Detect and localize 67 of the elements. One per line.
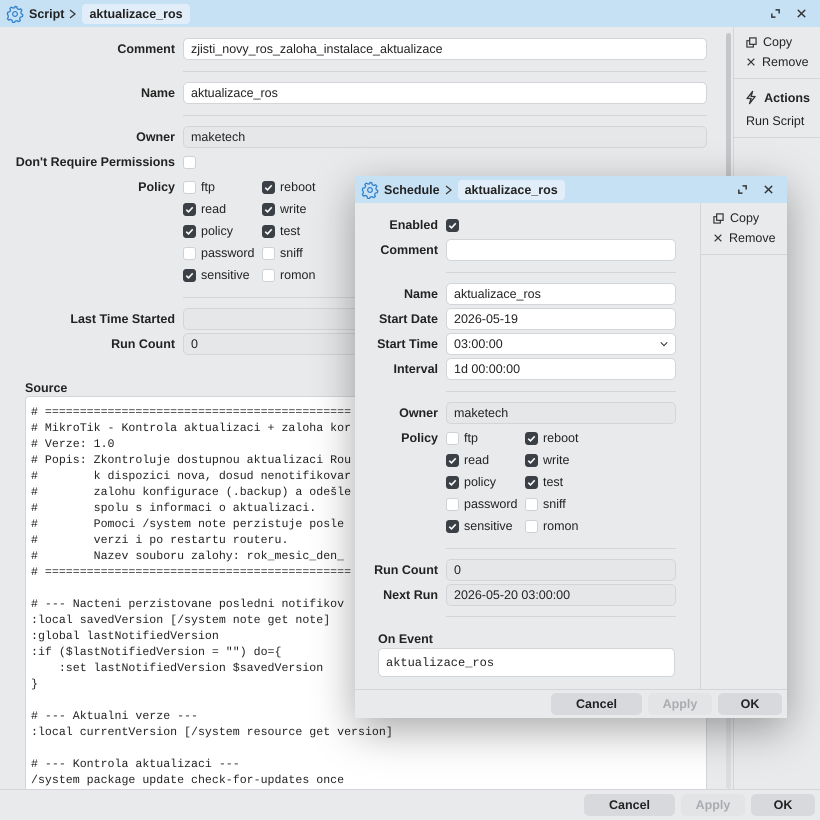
field-label: On Event [378, 632, 433, 646]
checkbox-label: policy [464, 475, 496, 489]
field-label: Owner [135, 130, 175, 144]
code-line: # spolu s informaci o aktualizaci. [31, 501, 316, 517]
code-line: :if ($lastNotifiedVersion = "") do={ [31, 645, 282, 661]
field-label: Comment [379, 243, 438, 257]
code-line: # zalohu konfigurace (.backup) a odešle [31, 485, 352, 501]
checkbox-label: reboot [543, 431, 578, 445]
field-label: Name [402, 287, 438, 301]
code-line: # Popis: Zkontroluje dostupnou aktualizaci Rou [31, 453, 352, 469]
section-heading: Actions [764, 90, 810, 104]
code-line: :global lastNotifiedVersion [31, 629, 219, 645]
field-label: Last Time Started [69, 312, 175, 326]
window-title: Script [29, 6, 64, 20]
code-line: /system package update check-for-updates once [31, 773, 344, 789]
checkbox-label: ftp [201, 180, 215, 194]
readonly-field: 2026-05-20 03:00:00 [446, 584, 676, 606]
readonly-field: maketech [446, 402, 676, 424]
checkbox-label: romon [543, 519, 578, 533]
checkbox-label: read [464, 453, 490, 467]
checkbox-label: test [280, 224, 300, 238]
field-label: Run Count [110, 337, 175, 351]
checkbox-label: write [543, 453, 570, 467]
code-line: :local currentVersion [/system resource get version] [31, 725, 393, 741]
field-label: Next Run [382, 588, 438, 602]
code-line: # --- Kontrola aktualizaci --- [31, 757, 240, 773]
code-line: # Verze: 1.0 [31, 437, 114, 453]
field-label: Start Time [376, 337, 438, 351]
field-label: Enabled [388, 218, 438, 232]
code-line: # Nazev souboru zalohy: rok_mesic_den_ [31, 549, 344, 565]
checkbox-label: sniff [543, 497, 566, 511]
checkbox-label: policy [201, 224, 233, 238]
field-label: Start Date [378, 312, 438, 326]
checkbox-label: password [464, 497, 518, 511]
checkbox-label: password [201, 246, 254, 260]
field-label: Owner [398, 406, 438, 420]
checkbox-label: ftp [464, 431, 478, 445]
checkbox-label: sensitive [201, 268, 250, 282]
field-label: Run Count [373, 563, 438, 577]
code-line: # verzi i po restartu routeru. [31, 533, 288, 549]
field-label: Source [25, 381, 68, 395]
checkbox-label: reboot [280, 180, 316, 194]
checkbox-label: sensitive [464, 519, 513, 533]
field-label: Interval [392, 362, 438, 376]
code-line: # MikroTik - Kontrola aktualizaci + zaloha kor [31, 421, 352, 437]
readonly-field: maketech [183, 126, 707, 148]
window-title: Schedule [384, 182, 440, 196]
code-line: # k dispozici nova, dosud nenotifikovar [31, 469, 352, 485]
readonly-field: 0 [446, 559, 676, 581]
code-line: # --- Nacteni perzistovane posledni notifikov [31, 597, 344, 613]
checkbox-label: romon [280, 268, 316, 282]
code-line: # Pomoci /system note perzistuje posle [31, 517, 344, 533]
code-line: :set lastNotifiedVersion $savedVersion [58, 661, 324, 677]
code-line: :local savedVersion [/system note get note] [31, 613, 330, 629]
field-label: Policy [137, 179, 175, 196]
code-line: # --- Aktualni verze --- [31, 709, 198, 725]
checkbox-label: write [280, 202, 306, 216]
field-label: Comment [116, 42, 175, 56]
checkbox-label: test [543, 475, 564, 489]
code-line: } [31, 677, 38, 693]
field-label: Name [140, 86, 175, 100]
checkbox-label: read [201, 202, 226, 216]
code-line: # ============================================ [31, 405, 352, 421]
field-label: Policy [400, 430, 438, 447]
field-label: Don't Require Permissions [14, 155, 175, 169]
checkbox-label: sniff [280, 246, 303, 260]
code-line: # ============================================ [31, 565, 352, 581]
